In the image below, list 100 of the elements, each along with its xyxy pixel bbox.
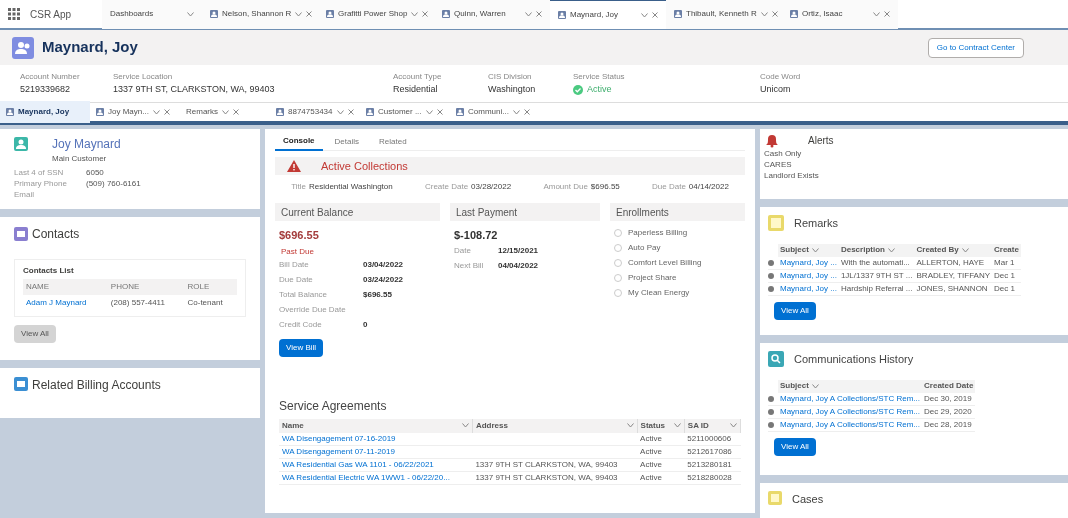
agreement-link[interactable]: WA Disengagement 07-16-2019 (282, 433, 396, 443)
record-tab[interactable]: Console (275, 133, 323, 151)
field-label: Service Status (573, 70, 626, 83)
caret-icon (425, 109, 433, 115)
record-link[interactable]: Maynard, Joy A Collections/STC Rem... (780, 419, 921, 429)
nav-tab[interactable]: Thibault, Kenneth R (666, 0, 782, 29)
field-label: Account Number (20, 70, 81, 83)
nav-tab[interactable]: Ortiz, Isaac (782, 0, 898, 29)
section-header: Current Balance (275, 203, 440, 221)
caret-icon (811, 247, 819, 253)
subtab[interactable]: Customer ... (360, 101, 450, 123)
nav-tab[interactable]: Nelson, Shannon R (202, 0, 318, 29)
caret-icon (673, 423, 681, 428)
field-label: Due Date (652, 181, 686, 193)
nav-tab[interactable]: Grafitti Power Shop (318, 0, 434, 29)
contract-center-button[interactable]: Go to Contract Center (927, 37, 1024, 58)
record-link[interactable]: Maynard, Joy A Collections/STC Rem... (780, 406, 921, 416)
card-title: Related Billing Accounts (32, 377, 161, 394)
field-value: $696.55 (590, 181, 620, 193)
agreement-link[interactable]: WA Residential Electric WA 1WW1 - 06/22/20... (282, 473, 450, 482)
column-header[interactable]: Subject (778, 243, 839, 257)
checkbox-label: Comfort Level Billing (628, 257, 702, 269)
nav-tab[interactable]: Quinn, Warren (434, 0, 550, 29)
field-label: Date (454, 245, 472, 257)
subtab[interactable]: 8874753434 (270, 101, 360, 123)
column-header[interactable]: Created By (914, 243, 993, 257)
view-all-button[interactable]: View All (774, 301, 816, 320)
table-cell: Dec 30, 2019 (924, 393, 972, 403)
caret-icon (512, 109, 520, 115)
caret-icon (295, 11, 303, 17)
field-value: Residential Washington (308, 181, 393, 193)
close-icon (436, 109, 443, 115)
checkbox-label: Paperless Billing (628, 227, 688, 239)
table-cell: Active (640, 460, 662, 469)
checkbox[interactable] (614, 229, 622, 237)
subtab[interactable]: Maynard, Joy (0, 101, 90, 123)
column-header[interactable]: Created Date (922, 379, 976, 393)
record-link[interactable]: Maynard, Joy ... (780, 283, 837, 293)
person-icon (442, 10, 450, 18)
section-title: Service Agreements (279, 397, 388, 415)
record-tab[interactable]: Related (371, 133, 415, 151)
field-label: Create Date (424, 181, 469, 193)
caret-icon (461, 423, 469, 428)
table-cell: Active (640, 447, 662, 456)
caret-icon (187, 11, 194, 17)
record-link[interactable]: Maynard, Joy A Collections/STC Rem... (780, 393, 921, 403)
field-label: Account Type (393, 70, 443, 83)
table-cell: 5211000606 (687, 433, 732, 443)
accounts-icon (14, 377, 28, 391)
alert-item: Landlord Exists (764, 170, 820, 181)
warning-icon (287, 160, 301, 172)
field-label: Code Word (760, 70, 802, 83)
note-icon (768, 215, 784, 232)
app-name: CSR App (30, 7, 73, 22)
search-icon (768, 351, 784, 368)
table-cell: Dec 29, 2020 (924, 406, 972, 416)
nav-tab[interactable]: Dashboards (102, 0, 202, 29)
section-header: Last Payment (450, 203, 600, 221)
caret-icon (222, 109, 229, 115)
column-header[interactable]: Description (838, 243, 915, 257)
field-value: Unicom (760, 82, 791, 96)
person-icon (14, 137, 28, 151)
checkbox-label: My Clean Energy (628, 287, 690, 299)
caret-icon (811, 383, 819, 389)
contact-link[interactable]: Adam J Maynard (26, 298, 87, 307)
close-icon (163, 109, 170, 115)
nav-tab[interactable]: Maynard, Joy (550, 0, 666, 29)
field-value: 1337 9TH ST, CLARKSTON, WA, 99403 (113, 82, 275, 96)
table-cell: 5213280181 (687, 460, 732, 469)
person-icon (674, 10, 682, 18)
checkbox[interactable] (614, 244, 622, 252)
checkbox[interactable] (614, 289, 622, 297)
field-label: Service Location (113, 70, 174, 83)
record-tab[interactable]: Details (326, 133, 367, 151)
view-bill-button[interactable]: View Bill (279, 338, 324, 357)
field-value: Washington (488, 82, 536, 96)
record-link[interactable]: Maynard, Joy ... (780, 270, 837, 280)
checkbox[interactable] (614, 274, 622, 282)
agreement-link[interactable]: WA Residential Gas WA 1101 - 06/22/2021 (282, 460, 434, 469)
column-header[interactable]: Subject (778, 379, 923, 393)
record-link[interactable]: Maynard, Joy ... (780, 257, 837, 267)
past-due-label: Past Due (281, 245, 315, 258)
close-icon (536, 11, 542, 17)
column-header: ROLE (184, 279, 237, 295)
table-cell: 1JL/1337 9TH ST ... (840, 270, 913, 280)
subtab[interactable]: Remarks (180, 101, 270, 123)
table-cell: 5212617086 (687, 447, 732, 456)
agreement-link[interactable]: WA Disengagement 07-11-2019 (282, 447, 395, 456)
record-title: Maynard, Joy (42, 37, 138, 58)
table-cell: ALLERTON, HAYE (916, 257, 985, 267)
column-header[interactable]: Create (992, 243, 1021, 257)
table-cell: Co-tenant (187, 298, 223, 307)
caret-icon (336, 109, 344, 115)
subtab[interactable]: Communi... (450, 101, 540, 123)
field-value: Active (587, 82, 612, 96)
field-value: 5219339682 (20, 82, 71, 96)
view-all-button[interactable]: View All (774, 437, 816, 456)
subtab[interactable]: Joy Mayn... (90, 101, 180, 123)
checkbox[interactable] (614, 259, 622, 267)
caret-icon (152, 109, 160, 115)
